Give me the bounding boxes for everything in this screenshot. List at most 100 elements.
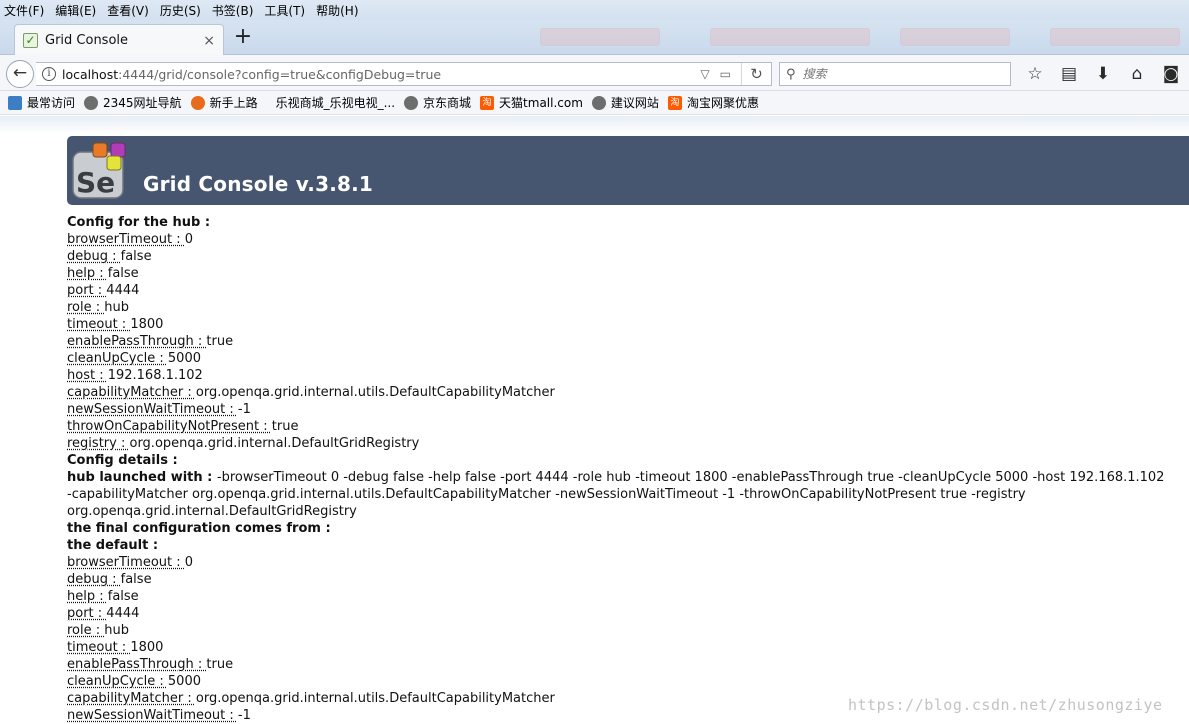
config-key: newSessionWaitTimeout :	[67, 708, 238, 723]
config-key: debug :	[67, 249, 121, 264]
bookmark-item[interactable]: 淘天猫tmall.com	[480, 94, 583, 111]
config-row: cleanUpCycle : 5000	[67, 673, 1189, 690]
logo-text: Se	[76, 166, 115, 199]
launched-line-2: -capabilityMatcher org.openqa.grid.inter…	[67, 487, 1026, 502]
config-row: debug : false	[67, 571, 1189, 588]
config-key: role :	[67, 623, 105, 638]
menu-help[interactable]: 帮助(H)	[316, 2, 358, 19]
config-value: true	[206, 657, 234, 672]
bookmark-item[interactable]: 2345网址导航	[84, 94, 182, 111]
watermark: https://blog.csdn.net/zhusongziye	[848, 696, 1163, 714]
launched-label: hub launched with :	[67, 470, 217, 485]
search-bar[interactable]: ⚲	[779, 62, 1011, 86]
config-value: true	[271, 419, 299, 434]
config-row: port : 4444	[67, 282, 1189, 299]
background-tab-ghost	[540, 28, 660, 46]
tab-strip: ✓ Grid Console × +	[0, 20, 1189, 56]
new-tab-button[interactable]: +	[232, 26, 254, 50]
back-button[interactable]: ←	[6, 60, 34, 88]
toolbar-buttons: ☆ ▤ ⬇ ⌂ ◙	[1018, 64, 1188, 84]
config-value: 4444	[106, 283, 140, 298]
config-key: throwOnCapabilityNotPresent :	[67, 419, 272, 434]
config-value: false	[107, 589, 139, 604]
home-icon[interactable]: ⌂	[1120, 64, 1154, 84]
config-details-heading: Config details :	[67, 453, 178, 468]
blank-icon	[267, 96, 271, 110]
config-value: -1	[237, 708, 251, 723]
config-row: role : hub	[67, 622, 1189, 639]
bookmark-item[interactable]: 最常访问	[8, 94, 75, 111]
config-value: 0	[184, 232, 194, 247]
bookmark-item[interactable]: 新手上路	[190, 94, 258, 111]
config-value: 192.168.1.102	[107, 368, 203, 383]
config-value: org.openqa.grid.internal.DefaultGridRegi…	[129, 436, 420, 451]
config-row: cleanUpCycle : 5000	[67, 350, 1189, 367]
bookmark-item[interactable]: 乐视商城_乐视电视_...	[267, 94, 395, 111]
menu-bookmarks[interactable]: 书签(B)	[212, 2, 254, 19]
address-bar[interactable]: i localhost:4444/grid/console?config=tru…	[36, 62, 772, 86]
config-key: role :	[67, 300, 105, 315]
grid-console-header: Se Grid Console v.3.8.1	[67, 136, 1189, 205]
page-viewport: Se Grid Console v.3.8.1 Config for the h…	[0, 116, 1189, 724]
config-row: host : 192.168.1.102	[67, 367, 1189, 384]
menu-file[interactable]: 文件(F)	[4, 2, 44, 19]
menu-tools[interactable]: 工具(T)	[264, 2, 305, 19]
config-value: false	[107, 266, 139, 281]
background-tab-ghost	[900, 28, 1010, 46]
config-value: 0	[184, 555, 194, 570]
config-value: 1800	[130, 640, 164, 655]
page-title: Grid Console v.3.8.1	[143, 172, 374, 196]
url-text[interactable]: localhost:4444/grid/console?config=true&…	[62, 67, 700, 82]
config-value: false	[120, 249, 152, 264]
bookmark-item[interactable]: 建议网站	[591, 94, 659, 111]
config-value: 4444	[106, 606, 140, 621]
tab-grid-console[interactable]: ✓ Grid Console ×	[14, 24, 224, 56]
default-config-heading: the default :	[67, 538, 159, 553]
download-icon[interactable]: ⬇	[1086, 64, 1120, 84]
config-key: help :	[67, 589, 108, 604]
menu-history[interactable]: 历史(S)	[160, 2, 201, 19]
menu-view[interactable]: 查看(V)	[107, 2, 149, 19]
library-icon[interactable]: ▤	[1052, 64, 1086, 84]
globe-icon	[404, 95, 419, 110]
config-value: 1800	[130, 317, 164, 332]
config-key: capabilityMatcher :	[67, 691, 196, 706]
background-tab-ghost	[1050, 28, 1180, 46]
bookmark-item[interactable]: 京东商城	[404, 94, 471, 111]
taobao-icon: 淘	[667, 95, 682, 110]
config-key: newSessionWaitTimeout :	[67, 402, 238, 417]
reload-icon[interactable]: ↻	[741, 63, 771, 85]
config-key: capabilityMatcher :	[67, 385, 196, 400]
bookmark-star-icon[interactable]: ☆	[1018, 64, 1052, 84]
config-row: capabilityMatcher : org.openqa.grid.inte…	[67, 384, 1189, 401]
config-key: host :	[67, 368, 108, 383]
close-tab-icon[interactable]: ×	[203, 33, 215, 49]
menu-edit[interactable]: 编辑(E)	[55, 2, 96, 19]
config-row: help : false	[67, 588, 1189, 605]
selenium-logo-icon: Se	[72, 142, 126, 199]
config-key: enablePassThrough :	[67, 657, 207, 672]
config-key: timeout :	[67, 317, 131, 332]
config-row: enablePassThrough : true	[67, 333, 1189, 350]
reader-view-icon[interactable]: ▭	[720, 67, 731, 81]
folder-icon	[8, 95, 22, 110]
config-key: port :	[67, 283, 107, 298]
final-config-heading: the final configuration comes from :	[67, 521, 331, 536]
config-row: browserTimeout : 0	[67, 554, 1189, 571]
search-icon: ⚲	[786, 66, 796, 82]
bookmark-item[interactable]: 淘淘宝网聚优惠	[667, 94, 759, 111]
launched-line-1: hub launched with : -browserTimeout 0 -d…	[67, 470, 1165, 485]
config-key: debug :	[67, 572, 121, 587]
pocket-icon[interactable]: ◙	[1154, 64, 1188, 84]
config-key: cleanUpCycle :	[67, 351, 168, 366]
tab-title: Grid Console	[45, 33, 129, 48]
dropdown-arrow-icon[interactable]: ▽	[700, 67, 709, 81]
config-key: cleanUpCycle :	[67, 674, 168, 689]
firefox-icon	[190, 95, 205, 110]
site-info-icon[interactable]: i	[42, 67, 56, 81]
hub-config-heading: Config for the hub :	[67, 215, 211, 230]
config-row: timeout : 1800	[67, 639, 1189, 656]
taobao-icon: 淘	[480, 95, 495, 110]
search-input[interactable]	[800, 66, 991, 82]
config-key: port :	[67, 606, 107, 621]
